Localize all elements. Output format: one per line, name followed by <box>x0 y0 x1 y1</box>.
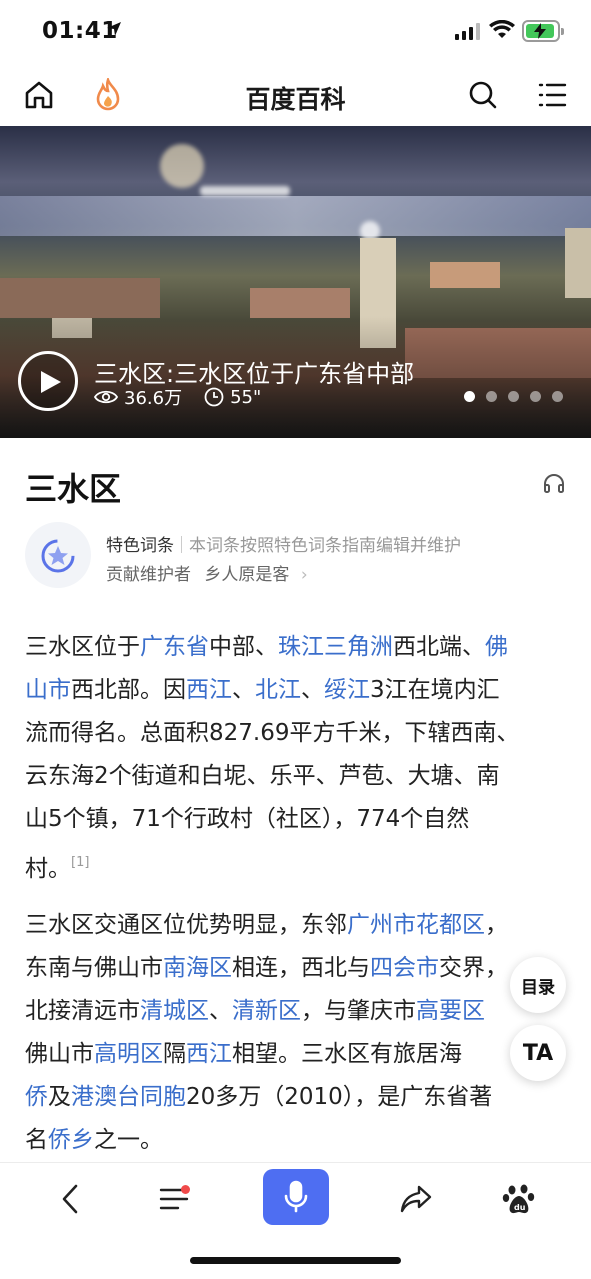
link-gaoyao[interactable]: 高要区 <box>416 998 485 1024</box>
text-line: 云东海2个街道和白坭、乐平、芦苞、大塘、南 <box>25 763 500 789</box>
home-indicator <box>190 1257 401 1264</box>
reference-link[interactable]: [1] <box>71 855 89 870</box>
link-qingxin[interactable]: 清新区 <box>232 998 301 1024</box>
text: 3江在境内汇 <box>370 677 500 703</box>
text: 中部、 <box>209 634 278 660</box>
link-qiaoxiang[interactable]: 侨乡 <box>48 1127 94 1153</box>
location-arrow-icon <box>107 22 121 36</box>
play-button[interactable] <box>18 351 78 411</box>
summary-paragraph: 三水区位于广东省中部、珠江三角洲西北端、佛 山市西北部。因西江、北江、绥江3江在… <box>25 626 570 891</box>
link-nanhai[interactable]: 南海区 <box>163 955 232 981</box>
feature-info: 特色词条 本词条按照特色词条指南编辑并维护 <box>106 531 461 556</box>
text: 20多万（2010），是广东省著 <box>186 1084 493 1110</box>
video-duration: 55" <box>230 386 262 408</box>
carousel-dot[interactable] <box>508 391 519 402</box>
text: 名 <box>25 1127 48 1153</box>
transport-paragraph: 三水区交通区位优势明显，东邻广州市花都区， 东南与佛山市南海区相连，西北与四会市… <box>25 904 570 1162</box>
text: ， <box>485 912 508 938</box>
link-hk-macao-taiwan-compatriots[interactable]: 港澳台同胞 <box>71 1084 186 1110</box>
text: 佛山市 <box>25 1041 94 1067</box>
font-size-button[interactable]: TA <box>510 1025 566 1081</box>
menu-icon[interactable] <box>535 78 569 112</box>
text: 、 <box>301 677 324 703</box>
contributor-label: 贡献维护者 <box>106 565 191 585</box>
carousel-dot[interactable] <box>530 391 541 402</box>
link-pearl-river-delta[interactable]: 珠江三角洲 <box>278 634 393 660</box>
cellular-signal-icon <box>455 22 480 40</box>
page-title: 百度百科 <box>245 85 346 114</box>
text: ，与肇庆市 <box>301 998 416 1024</box>
search-icon[interactable] <box>466 78 500 112</box>
link-foshan[interactable]: 山市 <box>25 677 71 703</box>
carousel-dot[interactable] <box>486 391 497 402</box>
text: 西北部。因 <box>71 677 186 703</box>
views-eye-icon <box>94 390 118 404</box>
feature-badge-icon <box>25 522 91 588</box>
text: 、 <box>209 998 232 1024</box>
microphone-icon <box>284 1180 308 1213</box>
status-bar: 01:41 <box>0 0 591 64</box>
carousel-indicator <box>464 391 563 402</box>
text: 北接清远市 <box>25 998 140 1024</box>
svg-text:du: du <box>514 1203 526 1212</box>
toc-button[interactable]: 目录 <box>510 957 566 1013</box>
text: 三水区位于 <box>25 634 140 660</box>
feature-label: 特色词条 <box>106 536 174 556</box>
link-xijiang[interactable]: 西江 <box>186 1041 232 1067</box>
link-foshan[interactable]: 佛 <box>485 634 508 660</box>
headphone-icon[interactable] <box>543 473 565 493</box>
link-qingcheng[interactable]: 清城区 <box>140 998 209 1024</box>
contributor-row[interactable]: 贡献维护者 乡人原是客 › <box>106 560 308 585</box>
carousel-dot[interactable] <box>464 391 475 402</box>
clock-icon <box>204 387 224 407</box>
battery-icon <box>522 20 564 42</box>
microphone-button[interactable] <box>263 1169 329 1225</box>
link-sihui[interactable]: 四会市 <box>370 955 439 981</box>
view-count: 36.6万 <box>124 388 183 409</box>
text: 隔 <box>163 1041 186 1067</box>
link-gaoming[interactable]: 高明区 <box>94 1041 163 1067</box>
text: 三水区交通区位优势明显，东邻 <box>25 912 347 938</box>
link-huadu[interactable]: 广州市花都区 <box>347 912 485 938</box>
link-overseas-chinese[interactable]: 侨 <box>25 1084 48 1110</box>
text-line: 流而得名。总面积827.69平方千米，下辖西南、 <box>25 720 520 746</box>
link-xijiang[interactable]: 西江 <box>186 677 232 703</box>
text-line: 山5个镇，71个行政村（社区），774个自然 <box>25 806 470 832</box>
text: 之一。 <box>94 1127 163 1153</box>
list-icon[interactable] <box>152 1177 196 1221</box>
entry-title: 三水区 <box>25 470 122 508</box>
text: 东南与佛山市 <box>25 955 163 981</box>
baidu-paw-icon[interactable]: du <box>497 1177 541 1221</box>
video-meta: 36.6万 55" <box>94 384 283 410</box>
text: 西北端、 <box>393 634 485 660</box>
text: 交界， <box>439 955 508 981</box>
text: 、 <box>232 677 255 703</box>
text: 相望。三水区有旅居海 <box>232 1041 462 1067</box>
link-suijiang[interactable]: 绥江 <box>324 677 370 703</box>
feature-description: 本词条按照特色词条指南编辑并维护 <box>189 536 461 556</box>
notification-dot <box>181 1185 190 1194</box>
back-icon[interactable] <box>48 1177 92 1221</box>
top-navigation: 百度百科 <box>0 64 591 126</box>
share-icon[interactable] <box>394 1177 438 1221</box>
link-beijiang[interactable]: 北江 <box>255 677 301 703</box>
carousel-dot[interactable] <box>552 391 563 402</box>
text: 相连，西北与 <box>232 955 370 981</box>
wifi-icon <box>489 20 515 38</box>
link-guangdong[interactable]: 广东省 <box>140 634 209 660</box>
text: 及 <box>48 1084 71 1110</box>
chevron-right-icon: › <box>300 565 308 585</box>
hero-media[interactable]: 三水区:三水区位于广东省中部 36.6万 55" <box>0 126 591 438</box>
text: 村。 <box>25 856 71 882</box>
contributor-name[interactable]: 乡人原是客 <box>204 565 289 585</box>
